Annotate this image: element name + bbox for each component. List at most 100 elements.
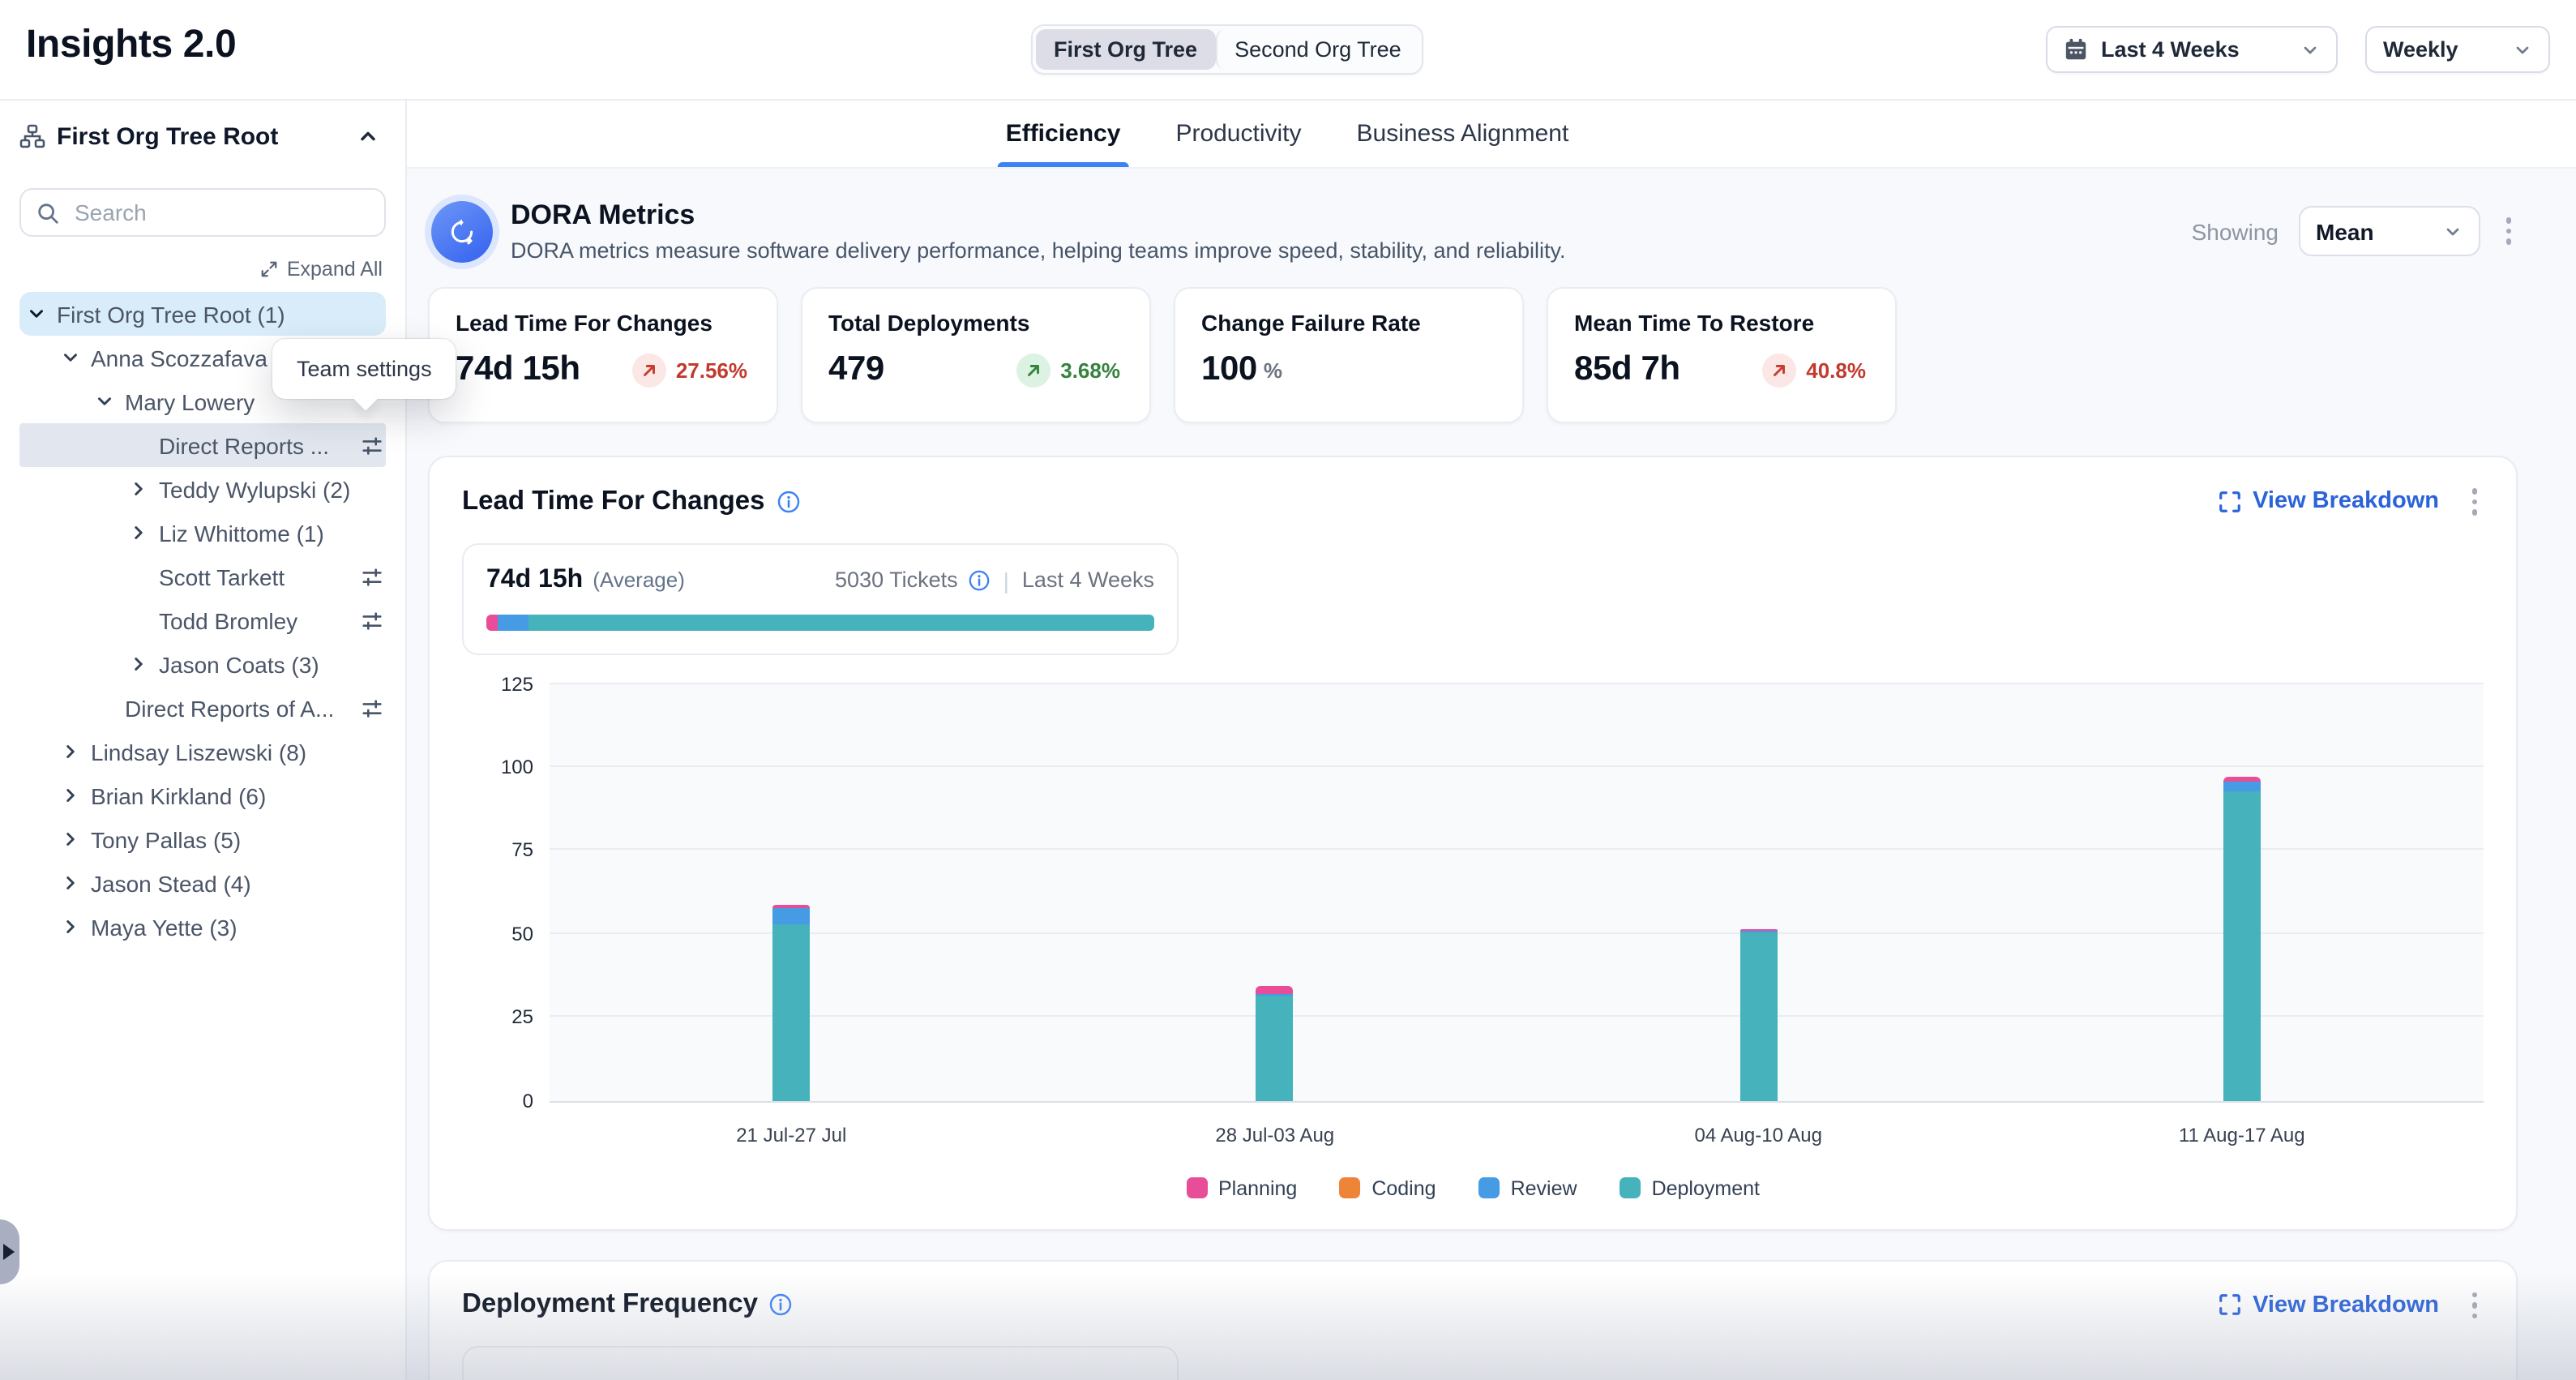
info-icon[interactable] xyxy=(968,568,991,591)
tree-item-label: Tony Pallas (5) xyxy=(91,826,241,852)
dora-cycle-icon xyxy=(431,200,493,262)
chevron-down-icon[interactable] xyxy=(91,388,117,414)
lead-time-mini-bar xyxy=(486,614,1154,630)
bar-segment-review xyxy=(772,909,810,924)
stacked-bar[interactable] xyxy=(1739,928,1777,1100)
lead-time-chart: 0255075100125 21 Jul-27 Jul28 Jul-03 Aug… xyxy=(462,684,2484,1149)
metric-card-value-row: 100% xyxy=(1201,350,1496,389)
chevron-right-icon[interactable] xyxy=(57,739,83,765)
tab-business-alignment[interactable]: Business Alignment xyxy=(1357,99,1569,167)
tree-item[interactable]: Lindsay Liszewski (8) xyxy=(0,730,405,774)
org-tree-toggle-first-org-tree[interactable]: First Org Tree xyxy=(1036,29,1215,70)
expand-all-label: Expand All xyxy=(287,258,383,281)
gridline xyxy=(550,1015,2484,1017)
chevron-right-icon[interactable] xyxy=(57,870,83,896)
search-icon xyxy=(36,200,60,225)
sidebar-header: First Org Tree Root xyxy=(0,114,405,159)
tree-item[interactable]: First Org Tree Root (1) xyxy=(0,292,405,336)
chevron-down-icon xyxy=(2300,40,2320,59)
sidebar-collapse-button[interactable] xyxy=(350,118,386,154)
metric-card-value: 100 xyxy=(1201,350,1257,389)
tree-item-label: Brian Kirkland (6) xyxy=(91,782,266,808)
tree-item[interactable]: Jason Coats (3) xyxy=(0,642,405,686)
lead-time-section: Lead Time For Changes View Breakdown xyxy=(428,456,2518,1230)
chart-legend: PlanningCodingReviewDeployment xyxy=(462,1176,2484,1199)
view-breakdown-button[interactable]: View Breakdown xyxy=(2217,1292,2439,1318)
tree-item[interactable]: Tony Pallas (5) xyxy=(0,817,405,861)
chevron-down-icon[interactable] xyxy=(23,301,49,327)
chart-plot-area xyxy=(550,684,2484,1102)
stacked-bar[interactable] xyxy=(772,906,810,1101)
info-icon[interactable] xyxy=(777,490,801,514)
section-menu-kebab-icon[interactable] xyxy=(2465,1285,2484,1325)
stacked-bar[interactable] xyxy=(2223,777,2261,1100)
dora-description: DORA metrics measure software delivery p… xyxy=(511,238,1566,263)
metric-card-delta: 27.56% xyxy=(632,353,751,387)
tree-item[interactable]: Liz Whittome (1) xyxy=(0,511,405,555)
tree-item[interactable]: Direct Reports of A... xyxy=(0,686,405,730)
granularity-select[interactable]: Weekly xyxy=(2365,26,2550,73)
tab-productivity[interactable]: Productivity xyxy=(1175,99,1301,167)
tree-item[interactable]: Scott Tarkett xyxy=(0,555,405,598)
date-range-value: Last 4 Weeks xyxy=(2101,37,2240,62)
team-settings-icon[interactable] xyxy=(360,433,384,457)
chevron-right-icon[interactable] xyxy=(125,651,151,677)
y-axis-tick-label: 100 xyxy=(501,756,533,778)
tree-item-label: Liz Whittome (1) xyxy=(159,520,324,546)
team-settings-icon[interactable] xyxy=(360,696,384,720)
y-axis-tick-label: 125 xyxy=(501,672,533,695)
metric-card-title: Lead Time For Changes xyxy=(456,310,751,336)
tree-item[interactable]: Teddy Wylupski (2) xyxy=(0,467,405,511)
metric-card-value-row: 85d 7h40.8% xyxy=(1574,350,1869,389)
legend-item-coding: Coding xyxy=(1339,1176,1436,1199)
tab-efficiency[interactable]: Efficiency xyxy=(1006,99,1121,167)
app-root: Insights 2.0 First Org TreeSecond Org Tr… xyxy=(0,0,2576,1380)
legend-label: Coding xyxy=(1371,1176,1436,1199)
metric-card-unit: % xyxy=(1264,358,1282,382)
org-tree-icon xyxy=(19,123,45,149)
chevron-right-icon[interactable] xyxy=(57,826,83,852)
tree-item-label: Maya Yette (3) xyxy=(91,914,237,940)
sidebar-expand-handle[interactable] xyxy=(0,1219,19,1284)
view-breakdown-button[interactable]: View Breakdown xyxy=(2217,489,2439,515)
org-tree-toggle: First Org TreeSecond Org Tree xyxy=(1031,24,1424,75)
tree-item[interactable]: Maya Yette (3) xyxy=(0,905,405,949)
calendar-icon xyxy=(2064,37,2088,62)
team-settings-icon[interactable] xyxy=(360,564,384,589)
showing-select[interactable]: Mean xyxy=(2298,206,2480,256)
chart-x-axis: 21 Jul-27 Jul28 Jul-03 Aug04 Aug-10 Aug1… xyxy=(550,1123,2484,1149)
y-axis-tick-label: 0 xyxy=(523,1089,533,1112)
chart-y-axis: 0255075100125 xyxy=(462,684,533,1100)
summary-range: Last 4 Weeks xyxy=(1022,568,1154,592)
chevron-right-icon[interactable] xyxy=(125,476,151,502)
tickets-count: 5030 Tickets xyxy=(835,568,958,592)
expand-corners-icon xyxy=(2217,490,2241,514)
sidebar-search xyxy=(19,188,386,237)
team-settings-icon[interactable] xyxy=(360,608,384,632)
chevron-right-icon[interactable] xyxy=(57,914,83,940)
tree-item[interactable]: Todd Bromley xyxy=(0,598,405,642)
tree-item[interactable]: Jason Stead (4) xyxy=(0,861,405,905)
divider: | xyxy=(1003,567,1009,593)
tree-item[interactable]: Direct Reports ... xyxy=(0,423,405,467)
date-range-select[interactable]: Last 4 Weeks xyxy=(2046,26,2338,73)
section-menu-kebab-icon[interactable] xyxy=(2465,482,2484,521)
tree-item-label: Anna Scozzafava xyxy=(91,345,267,371)
chevron-right-icon[interactable] xyxy=(125,520,151,546)
info-icon[interactable] xyxy=(769,1293,794,1318)
org-tree-toggle-second-org-tree[interactable]: Second Org Tree xyxy=(1215,29,1419,70)
expand-all-button[interactable]: Expand All xyxy=(259,258,383,281)
stacked-bar[interactable] xyxy=(1256,985,1294,1100)
tooltip-text: Team settings xyxy=(297,357,432,381)
chevron-down-icon[interactable] xyxy=(57,345,83,371)
tree-item[interactable]: Brian Kirkland (6) xyxy=(0,774,405,817)
chevron-down-icon xyxy=(2442,221,2462,241)
search-input[interactable] xyxy=(71,198,370,227)
chevron-down-icon xyxy=(2513,40,2532,59)
metric-card-title: Change Failure Rate xyxy=(1201,310,1496,336)
mini-bar-segment-planning xyxy=(486,614,499,630)
dora-metrics-section: DORA Metrics DORA metrics measure softwa… xyxy=(428,199,2518,423)
expand-all-icon xyxy=(259,259,279,279)
chevron-right-icon[interactable] xyxy=(57,782,83,808)
dora-menu-kebab-icon[interactable] xyxy=(2499,212,2518,251)
